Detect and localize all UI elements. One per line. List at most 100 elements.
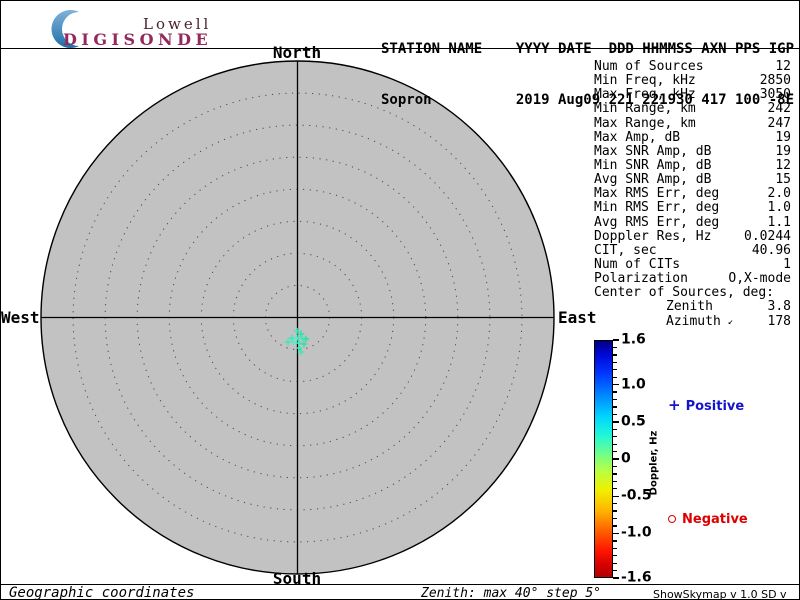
stats-row: Min Freq, kHz 2850 bbox=[594, 73, 791, 89]
stats-value: 1.1 bbox=[767, 214, 791, 230]
stats-row: Max RMS Err, deg 2.0 bbox=[594, 187, 791, 201]
colorbar-minor-tick bbox=[613, 398, 617, 401]
azimuth-direction-icon: ↙ bbox=[727, 316, 734, 327]
stats-value: 40.96 bbox=[751, 242, 791, 258]
stats-label: Avg RMS Err, deg bbox=[594, 214, 720, 230]
compass-label-south: South bbox=[272, 569, 322, 588]
plus-icon: + bbox=[668, 396, 681, 414]
stats-label: Min Range, km bbox=[594, 101, 696, 117]
stats-value: 3050 bbox=[759, 87, 791, 103]
stats-value: 1.0 bbox=[767, 200, 791, 216]
colorbar-major-tick bbox=[613, 421, 619, 423]
zenith-scale-label: Zenith: max 40° step 5° bbox=[421, 586, 602, 600]
colorbar-minor-tick bbox=[613, 346, 617, 349]
stats-label: Azimuth ↙ bbox=[666, 313, 734, 329]
negative-doppler-legend: Negative bbox=[668, 512, 748, 527]
colorbar-minor-tick bbox=[613, 480, 617, 482]
colorbar-minor-tick bbox=[613, 391, 617, 393]
stats-label: CIT, sec bbox=[594, 242, 657, 258]
colorbar-minor-tick bbox=[613, 525, 617, 527]
colorbar-minor-tick bbox=[613, 569, 617, 572]
stats-value: O,X-mode bbox=[728, 271, 791, 287]
logo-brand-bottom: DIGISONDE bbox=[63, 30, 213, 49]
stats-value: 247 bbox=[767, 115, 791, 131]
colorbar-tick-label: 1.0 bbox=[621, 376, 646, 393]
software-version-label: ShowSkymap v 1.0 SD v 5.1 bbox=[653, 588, 787, 600]
colorbar-minor-tick bbox=[613, 369, 617, 371]
colorbar-minor-tick bbox=[613, 465, 617, 468]
stats-row: Avg RMS Err, deg 1.1 bbox=[594, 214, 791, 230]
positive-doppler-legend: + Positive bbox=[668, 396, 744, 414]
stats-row: Min Range, km 242 bbox=[594, 102, 791, 116]
stats-label: Avg SNR Amp, dB bbox=[594, 172, 712, 188]
stats-row: Zenith 3.8 bbox=[594, 300, 791, 314]
stats-value: 15 bbox=[775, 172, 791, 188]
doppler-colorbar: 1.6 1.0 0.5 0 -0.5 -1.0 -1.6 bbox=[594, 332, 684, 586]
measurement-stats-panel: Num of Sources 12 Min Freq, kHz 2850 Max Fre… bbox=[594, 59, 791, 329]
stats-label: Min SNR Amp, dB bbox=[594, 157, 712, 173]
colorbar-major-tick bbox=[613, 532, 619, 535]
colorbar-minor-tick bbox=[613, 540, 617, 542]
colorbar-minor-tick bbox=[613, 517, 617, 520]
compass-label-west: West bbox=[1, 308, 40, 327]
stats-label: Polarization bbox=[594, 271, 688, 287]
stats-label: Center of Sources, deg: bbox=[594, 285, 775, 301]
station-header-labels: STATION NAME YYYY DATE DDD HHMMSS AXN PP… bbox=[381, 41, 795, 57]
skymap-window: Lowell DIGISONDE STATION NAME YYYY DATE … bbox=[0, 0, 800, 600]
stats-row: Max Amp, dB 19 bbox=[594, 129, 791, 145]
colorbar-tick-label: 0 bbox=[621, 450, 631, 467]
compass-label-east: East bbox=[558, 308, 597, 327]
stats-row: Max Freq, kHz 3050 bbox=[594, 88, 791, 102]
colorbar-major-tick bbox=[613, 458, 619, 460]
colorbar-minor-tick bbox=[613, 488, 617, 490]
stats-label: Max RMS Err, deg bbox=[594, 186, 720, 202]
stats-value: 19 bbox=[775, 143, 791, 159]
stats-label: Zenith bbox=[666, 299, 713, 315]
stats-row: Num of Sources 12 bbox=[594, 59, 791, 74]
stats-label: Max Amp, dB bbox=[594, 129, 681, 145]
stats-row: Max Range, km 247 bbox=[594, 115, 791, 131]
stats-value: 0.0244 bbox=[744, 228, 791, 244]
header-divider bbox=[1, 48, 799, 49]
stats-row: Max SNR Amp, dB 19 bbox=[594, 143, 791, 159]
compass-label-north: North bbox=[272, 43, 322, 62]
colorbar-minor-tick bbox=[613, 562, 617, 564]
colorbar-major-tick bbox=[613, 495, 619, 497]
colorbar-minor-tick bbox=[613, 413, 617, 416]
colorbar-minor-tick bbox=[613, 406, 617, 408]
colorbar-tick-label: 0.5 bbox=[621, 413, 646, 430]
stats-value: 242 bbox=[767, 101, 791, 117]
coordinates-mode-label: Geographic coordinates bbox=[9, 585, 195, 600]
colorbar-tick-label: -0.5 bbox=[621, 487, 652, 504]
stats-value: 178 bbox=[767, 313, 791, 329]
stats-label: Max SNR Amp, dB bbox=[594, 143, 712, 159]
stats-label: Max Freq, kHz bbox=[594, 87, 696, 103]
stats-row: Min SNR Amp, dB 12 bbox=[594, 157, 791, 173]
stats-label: Doppler Res, Hz bbox=[594, 228, 712, 244]
stats-label: Min RMS Err, deg bbox=[594, 200, 720, 216]
colorbar-minor-tick bbox=[613, 428, 617, 430]
stats-value: 12 bbox=[775, 59, 791, 74]
colorbar-major-tick bbox=[613, 384, 619, 386]
stats-row: Center of Sources, deg: bbox=[594, 286, 791, 300]
stats-value: 12 bbox=[775, 157, 791, 173]
stats-row: Doppler Res, Hz 0.0244 bbox=[594, 228, 791, 244]
colorbar-minor-tick bbox=[613, 354, 617, 356]
negative-legend-label: Negative bbox=[682, 512, 748, 527]
stats-value: 3.8 bbox=[767, 299, 791, 315]
circle-icon bbox=[668, 515, 676, 523]
stats-row: Min RMS Err, deg 1.0 bbox=[594, 201, 791, 215]
stats-label: Num of CITs bbox=[594, 256, 681, 272]
positive-legend-label: Positive bbox=[685, 399, 745, 414]
stats-value: 1 bbox=[783, 256, 791, 272]
stats-label: Min Freq, kHz bbox=[594, 73, 696, 89]
stats-value: 2.0 bbox=[767, 186, 791, 202]
colorbar-minor-tick bbox=[613, 450, 617, 453]
colorbar-minor-tick bbox=[613, 443, 617, 445]
doppler-axis-label: Doppler, Hz bbox=[648, 430, 660, 496]
colorbar-minor-tick bbox=[613, 547, 617, 549]
colorbar-minor-tick bbox=[613, 361, 617, 363]
doppler-colorbar-gradient bbox=[594, 340, 613, 578]
stats-row: Polarization O,X-mode bbox=[594, 271, 791, 287]
stats-value: 19 bbox=[775, 129, 791, 145]
